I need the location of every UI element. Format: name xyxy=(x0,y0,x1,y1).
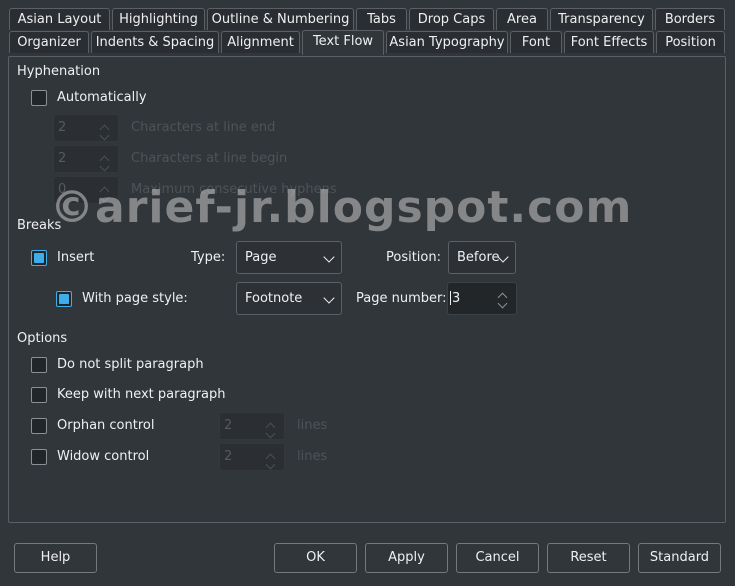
chevron-down-icon xyxy=(323,292,335,304)
text-cursor xyxy=(450,291,451,305)
keep-next-checkbox[interactable] xyxy=(31,387,47,403)
chars-line-end-label: Characters at line end xyxy=(131,120,276,135)
orphan-unit: lines xyxy=(297,418,328,433)
apply-button[interactable]: Apply xyxy=(365,543,448,573)
position-dropdown[interactable]: Before xyxy=(448,241,516,274)
no-split-checkbox[interactable] xyxy=(31,357,47,373)
widow-unit: lines xyxy=(297,449,328,464)
insert-checkbox[interactable] xyxy=(31,250,47,266)
insert-label: Insert xyxy=(57,250,95,265)
type-value: Page xyxy=(245,250,277,265)
widow-checkbox[interactable] xyxy=(31,449,47,465)
spin-down-icon xyxy=(265,459,276,470)
spin-down-icon xyxy=(99,130,110,141)
options-heading: Options xyxy=(17,331,68,346)
ok-button[interactable]: OK xyxy=(274,543,357,573)
cancel-button[interactable]: Cancel xyxy=(456,543,539,573)
widow-lines-spin[interactable]: 2 xyxy=(219,443,285,471)
position-value: Before xyxy=(457,250,500,265)
spin-down-icon xyxy=(497,298,508,309)
page-style-checkbox[interactable] xyxy=(56,291,72,307)
orphan-lines-value: 2 xyxy=(224,418,233,433)
spin-down-icon xyxy=(265,428,276,439)
widow-lines-value: 2 xyxy=(224,449,233,464)
page-number-value: 3 xyxy=(452,291,461,306)
chevron-down-icon xyxy=(323,251,335,263)
help-button[interactable]: Help xyxy=(14,543,97,573)
watermark-text: ©arief-jr.blogspot.com xyxy=(50,182,633,233)
no-split-label: Do not split paragraph xyxy=(57,357,204,372)
position-label: Position: xyxy=(386,250,441,265)
chars-line-begin-value: 2 xyxy=(58,151,67,166)
reset-button[interactable]: Reset xyxy=(547,543,630,573)
widow-label: Widow control xyxy=(57,449,150,464)
standard-button[interactable]: Standard xyxy=(638,543,721,573)
automatically-label: Automatically xyxy=(57,90,147,105)
spin-down-icon xyxy=(99,161,110,172)
chars-line-end-value: 2 xyxy=(58,120,67,135)
type-dropdown[interactable]: Page xyxy=(236,241,342,274)
automatically-checkbox[interactable] xyxy=(31,90,47,106)
page-style-value: Footnote xyxy=(245,291,303,306)
keep-next-label: Keep with next paragraph xyxy=(57,387,226,402)
chars-line-begin-spin[interactable]: 2 xyxy=(53,145,119,173)
page-style-dropdown[interactable]: Footnote xyxy=(236,282,342,315)
chars-line-end-spin[interactable]: 2 xyxy=(53,114,119,142)
orphan-lines-spin[interactable]: 2 xyxy=(219,412,285,440)
page-style-label: With page style: xyxy=(82,291,188,306)
hyphenation-heading: Hyphenation xyxy=(17,64,101,79)
orphan-label: Orphan control xyxy=(57,418,155,433)
page-number-spin[interactable]: 3 xyxy=(447,282,517,315)
chars-line-begin-label: Characters at line begin xyxy=(131,151,288,166)
orphan-checkbox[interactable] xyxy=(31,418,47,434)
type-label: Type: xyxy=(191,250,226,265)
page-number-label: Page number: xyxy=(356,291,447,306)
